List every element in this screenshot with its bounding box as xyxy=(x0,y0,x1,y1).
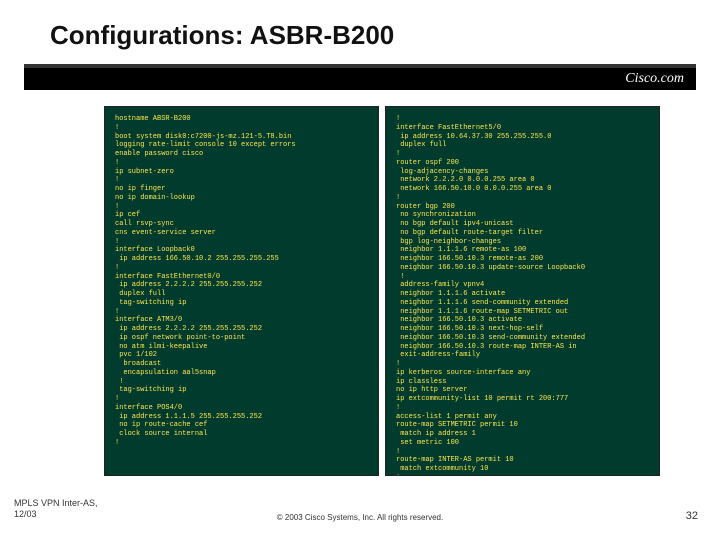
footer-copyright: © 2003 Cisco Systems, Inc. All rights re… xyxy=(0,513,720,522)
config-right: ! interface FastEthernet5/0 ip address 1… xyxy=(385,106,660,476)
page-number: 32 xyxy=(686,510,698,522)
config-left: hostname ABSR-B200 ! boot system disk0:c… xyxy=(104,106,379,476)
slide: Configurations: ASBR-B200 Cisco.com host… xyxy=(0,0,720,540)
footer-left-line1: MPLS VPN Inter-AS, xyxy=(14,498,98,508)
brand-bar: Cisco.com xyxy=(24,68,696,90)
page-title: Configurations: ASBR-B200 xyxy=(50,20,394,51)
config-panels: hostname ABSR-B200 ! boot system disk0:c… xyxy=(104,106,660,476)
